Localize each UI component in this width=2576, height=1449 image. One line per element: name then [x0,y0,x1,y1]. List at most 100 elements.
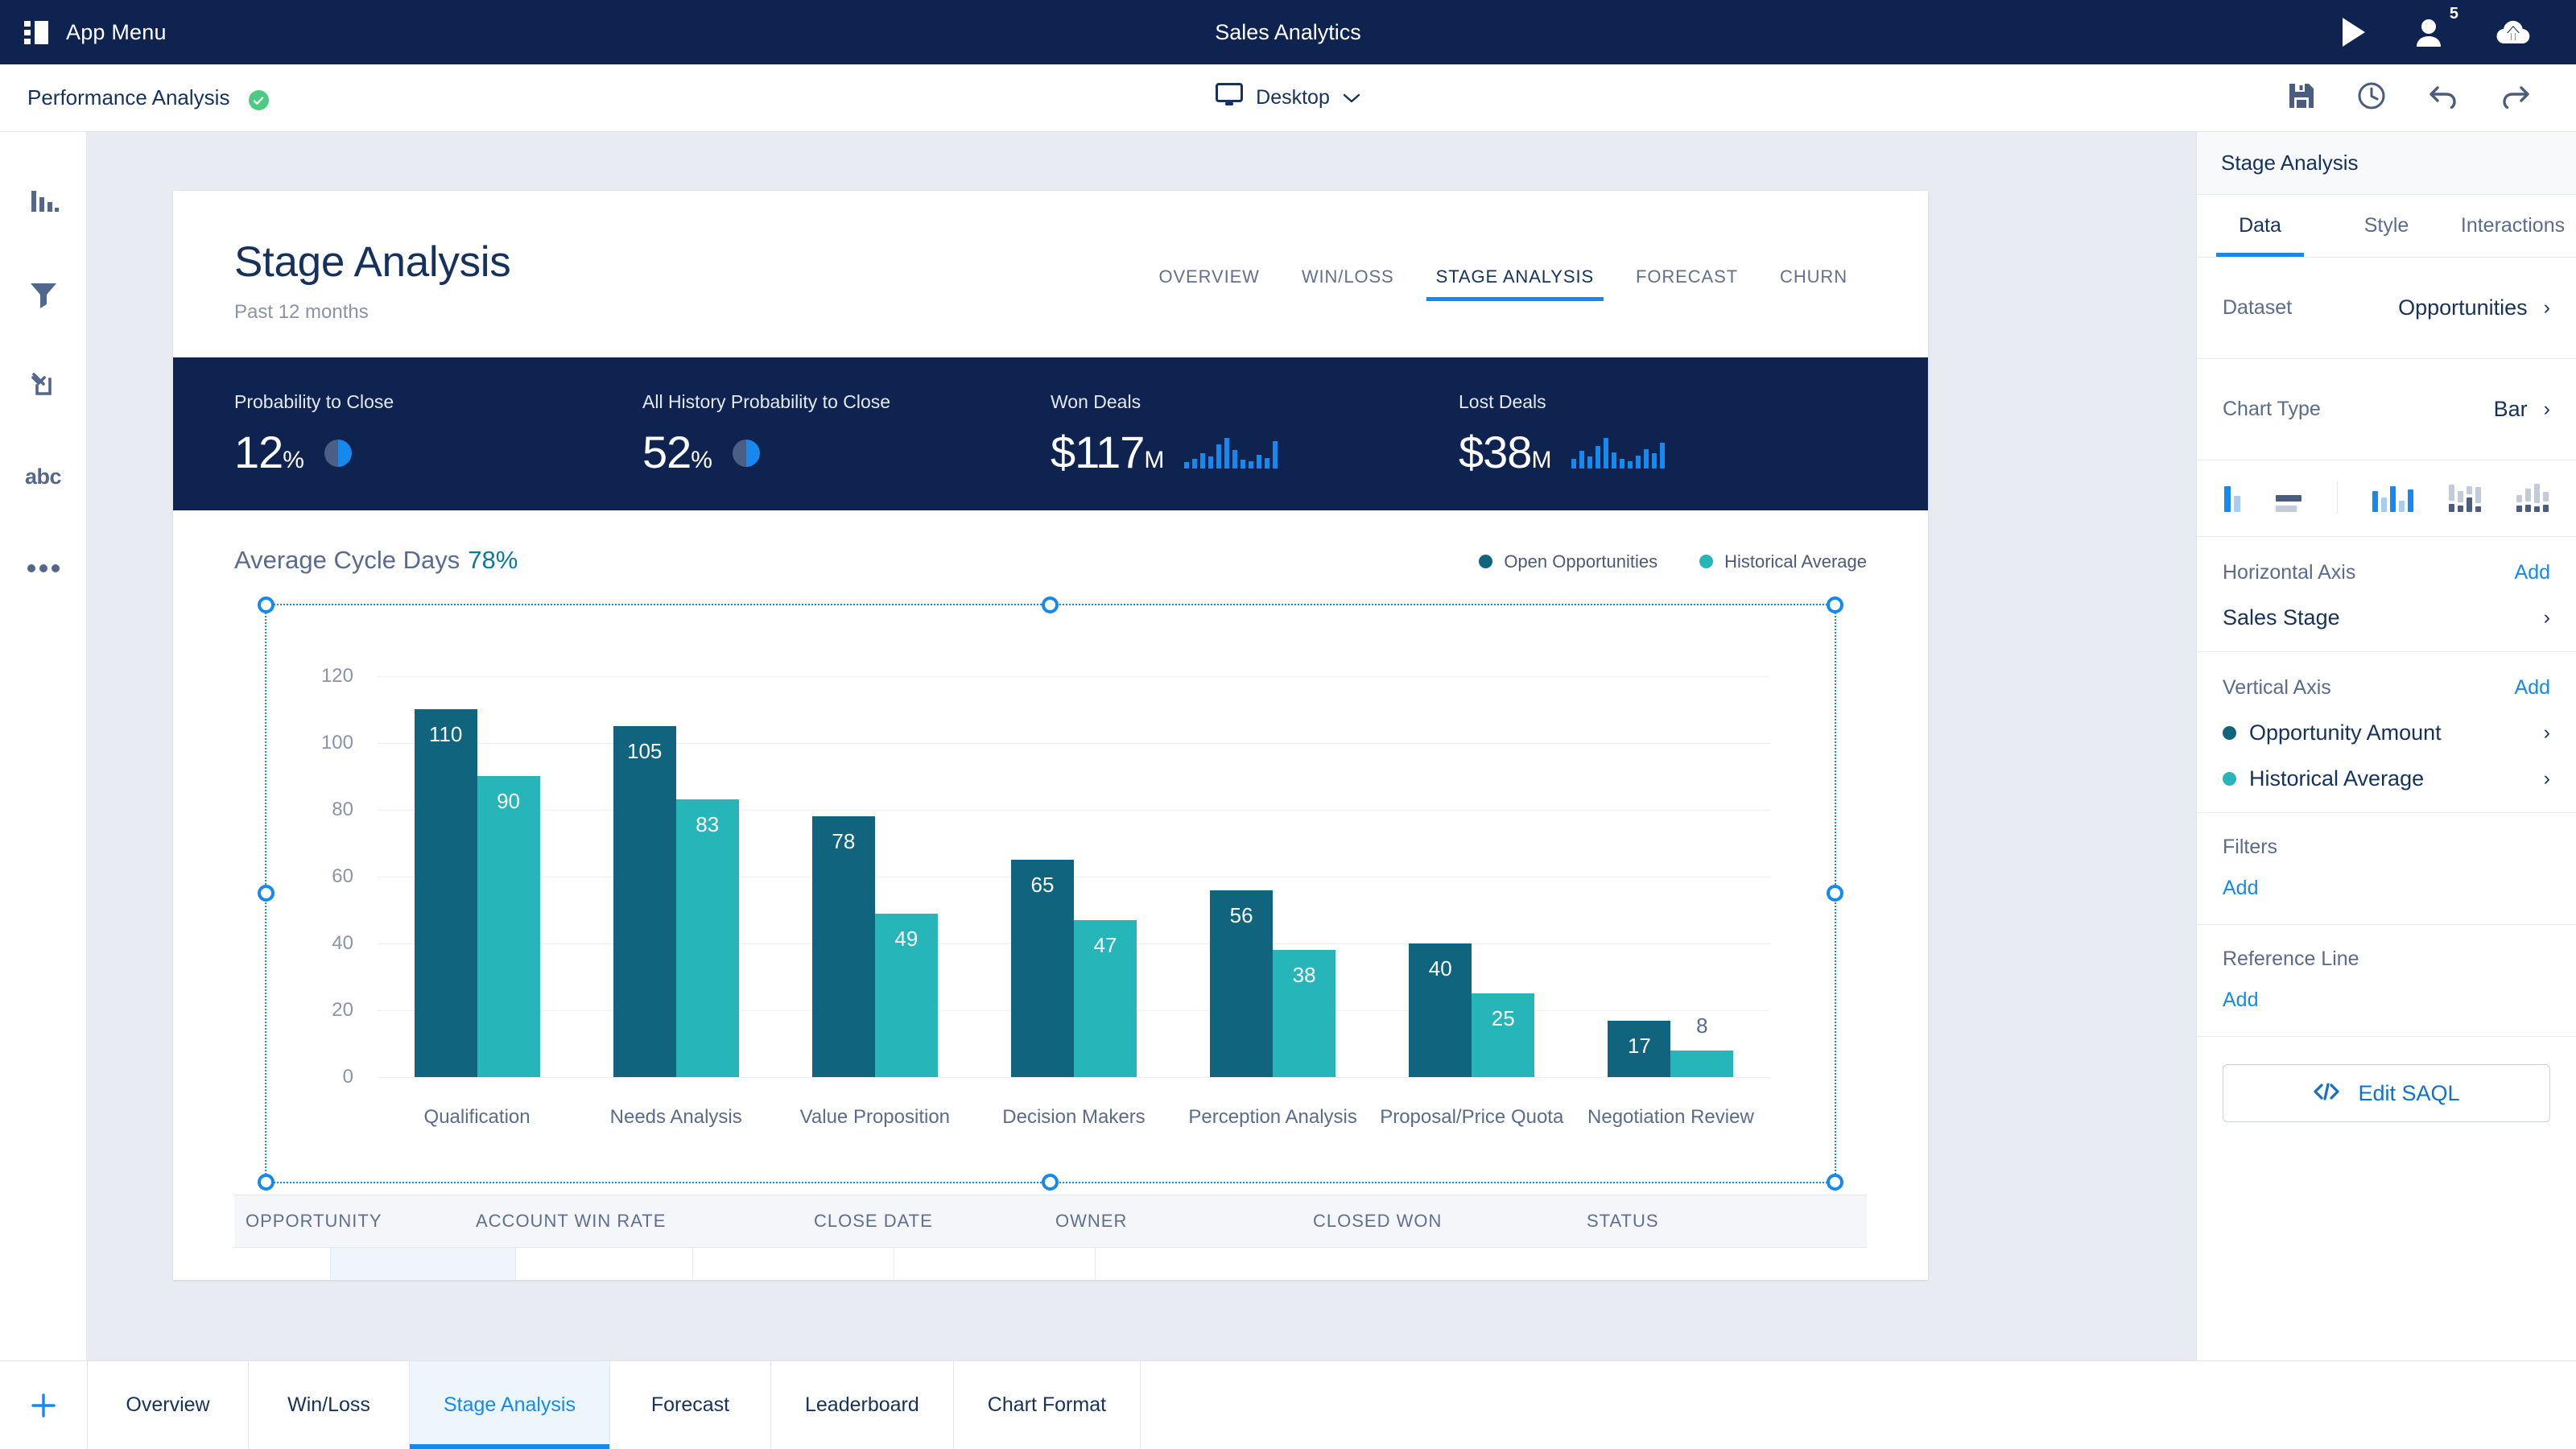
bar[interactable]: 8 [1670,1013,1734,1078]
resize-handle-top-left[interactable] [258,597,275,614]
bar-group[interactable]: 17 8 [1571,642,1770,1078]
app-menu-label[interactable]: App Menu [66,20,167,45]
bar-group[interactable]: 105 83 [576,642,775,1078]
play-icon[interactable] [2339,16,2367,48]
resize-handle-middle-left[interactable] [258,885,275,902]
bar-vertical-waterfall-icon[interactable] [2516,483,2549,512]
table-column-header[interactable]: ACCOUNT WIN RATE [476,1211,814,1232]
legend-item-open-opportunities[interactable]: Open Opportunities [1479,551,1657,572]
dataset-value[interactable]: Opportunities › [2398,295,2550,320]
page-tab-win-loss[interactable]: Win/Loss [248,1361,409,1449]
add-page-button[interactable] [0,1361,87,1449]
resize-handle-top-right[interactable] [1827,597,1843,614]
page-tab-forecast[interactable]: Forecast [609,1361,770,1449]
chart-widget[interactable]: Average Cycle Days 78% Open Opportunities… [173,510,1928,1191]
table-column-header[interactable]: CLOSE DATE [814,1211,1055,1232]
resize-handle-top-center[interactable] [1042,597,1059,614]
bar-group[interactable]: 40 25 [1373,642,1571,1078]
redo-icon[interactable] [2500,83,2531,113]
chart-legend: Open Opportunities Historical Average [1479,551,1867,572]
page-tab-chart-format[interactable]: Chart Format [952,1361,1141,1449]
text-abc-icon[interactable]: abc [21,454,66,499]
horizontal-axis-field-sales-stage[interactable]: Sales Stage › [2223,605,2550,630]
bar-horizontal-icon[interactable] [2224,483,2240,512]
resize-handle-bottom-left[interactable] [258,1174,275,1191]
legend-item-historical-average[interactable]: Historical Average [1699,551,1867,572]
bar[interactable]: 25 [1472,993,1535,1078]
vertical-axis-field-opportunity-amount[interactable]: Opportunity Amount › [2223,720,2550,745]
tab-data[interactable]: Data [2197,195,2323,257]
table-column-header[interactable]: STATUS [1587,1211,1828,1232]
device-preview-selector[interactable]: Desktop [1175,83,1401,113]
cloud-upload-icon[interactable] [2496,18,2531,47]
dataset-row[interactable]: Dataset Opportunities › [2197,258,2576,359]
bar-value-label: 78 [832,829,856,854]
tab-forecast[interactable]: FORECAST [1615,266,1759,301]
bar[interactable]: 40 [1409,943,1472,1078]
kpi-lost-deals[interactable]: Lost Deals $38M [1459,391,1867,475]
bar[interactable]: 17 [1608,1020,1671,1078]
bar[interactable]: 90 [477,776,540,1078]
bar-group[interactable]: 110 90 [378,642,576,1078]
chart-plot-area[interactable]: 0 20 40 60 80 100 120 110 90 105 83 78 49 65 47 56 38 40… [234,597,1867,1191]
table-column-header[interactable]: CLOSED WON [1313,1211,1587,1232]
kpi-probability-to-close[interactable]: Probability to Close 12% [234,391,642,475]
bar[interactable]: 83 [675,799,739,1078]
chart-header: Average Cycle Days 78% Open Opportunities… [234,546,1867,575]
page-tab-stage-analysis[interactable]: Stage Analysis [409,1361,609,1449]
undo-icon[interactable] [2428,83,2458,113]
horizontal-axis-add-button[interactable]: Add [2515,561,2550,584]
bar[interactable]: 38 [1273,950,1336,1078]
filters-add-button[interactable]: Add [2223,877,2550,900]
tab-overview[interactable]: OVERVIEW [1137,266,1280,301]
link-nav-icon[interactable] [21,362,66,407]
history-clock-icon[interactable] [2357,81,2386,114]
chart-title: Average Cycle Days 78% [234,546,518,575]
sparkline-lost [1571,436,1666,469]
dashboard-tab-strip: OVERVIEW WIN/LOSS STAGE ANALYSIS FORECAS… [1137,266,1868,301]
save-icon[interactable] [2288,82,2315,114]
table-column-header[interactable]: OWNER [1055,1211,1313,1232]
bar-vertical-stacked-icon[interactable] [2449,483,2482,512]
tab-win-loss[interactable]: WIN/LOSS [1281,266,1415,301]
tab-interactions[interactable]: Interactions [2450,195,2576,257]
app-menu-grid-icon[interactable] [24,20,48,44]
bar-vertical-grouped-icon[interactable] [2372,483,2414,512]
bar[interactable]: 56 [1210,890,1274,1078]
bar[interactable]: 105 [613,726,676,1078]
bar[interactable]: 78 [811,816,875,1078]
bar-stacked-horizontal-icon[interactable] [2275,483,2301,512]
vertical-axis-add-button[interactable]: Add [2515,676,2550,700]
filter-icon[interactable] [21,270,66,316]
resize-handle-middle-right[interactable] [1827,885,1843,902]
bar-group[interactable]: 78 49 [775,642,974,1078]
tab-stage-analysis[interactable]: STAGE ANALYSIS [1415,266,1615,301]
reference-line-add-button[interactable]: Add [2223,989,2550,1012]
tab-churn[interactable]: CHURN [1759,266,1868,301]
bar-group[interactable]: 56 38 [1174,642,1373,1078]
kpi-won-deals[interactable]: Won Deals $117M [1051,391,1459,475]
bar-value-label: 8 [1696,1013,1708,1038]
people-icon[interactable]: 5 [2415,5,2458,48]
page-tab-overview[interactable]: Overview [87,1361,248,1449]
bar[interactable]: 49 [874,913,938,1078]
bar[interactable]: 65 [1010,860,1074,1078]
page-tab-leaderboard[interactable]: Leaderboard [770,1361,953,1449]
document-toolbar: Performance Analysis Desktop [0,64,2576,132]
resize-handle-bottom-right[interactable] [1827,1174,1843,1191]
bar-group[interactable]: 65 47 [974,642,1173,1078]
bar[interactable]: 47 [1073,919,1137,1078]
kpi-all-history-probability-to-close[interactable]: All History Probability to Close 52% [642,391,1051,475]
chart-icon[interactable] [21,179,66,224]
more-icon[interactable] [21,546,66,591]
tab-style[interactable]: Style [2323,195,2450,257]
edit-saql-button[interactable]: Edit SAQL [2223,1064,2550,1122]
table-row[interactable] [234,1248,1867,1281]
bar[interactable]: 110 [414,709,477,1078]
vertical-axis-field-historical-average[interactable]: Historical Average › [2223,766,2550,791]
bar-value-label: 38 [1292,963,1316,988]
chevron-down-icon[interactable] [1343,86,1360,109]
chart-type-row[interactable]: Chart Type Bar › [2197,359,2576,460]
chart-type-value[interactable]: Bar › [2494,397,2550,422]
table-column-header[interactable]: OPPORTUNITY [234,1211,476,1232]
